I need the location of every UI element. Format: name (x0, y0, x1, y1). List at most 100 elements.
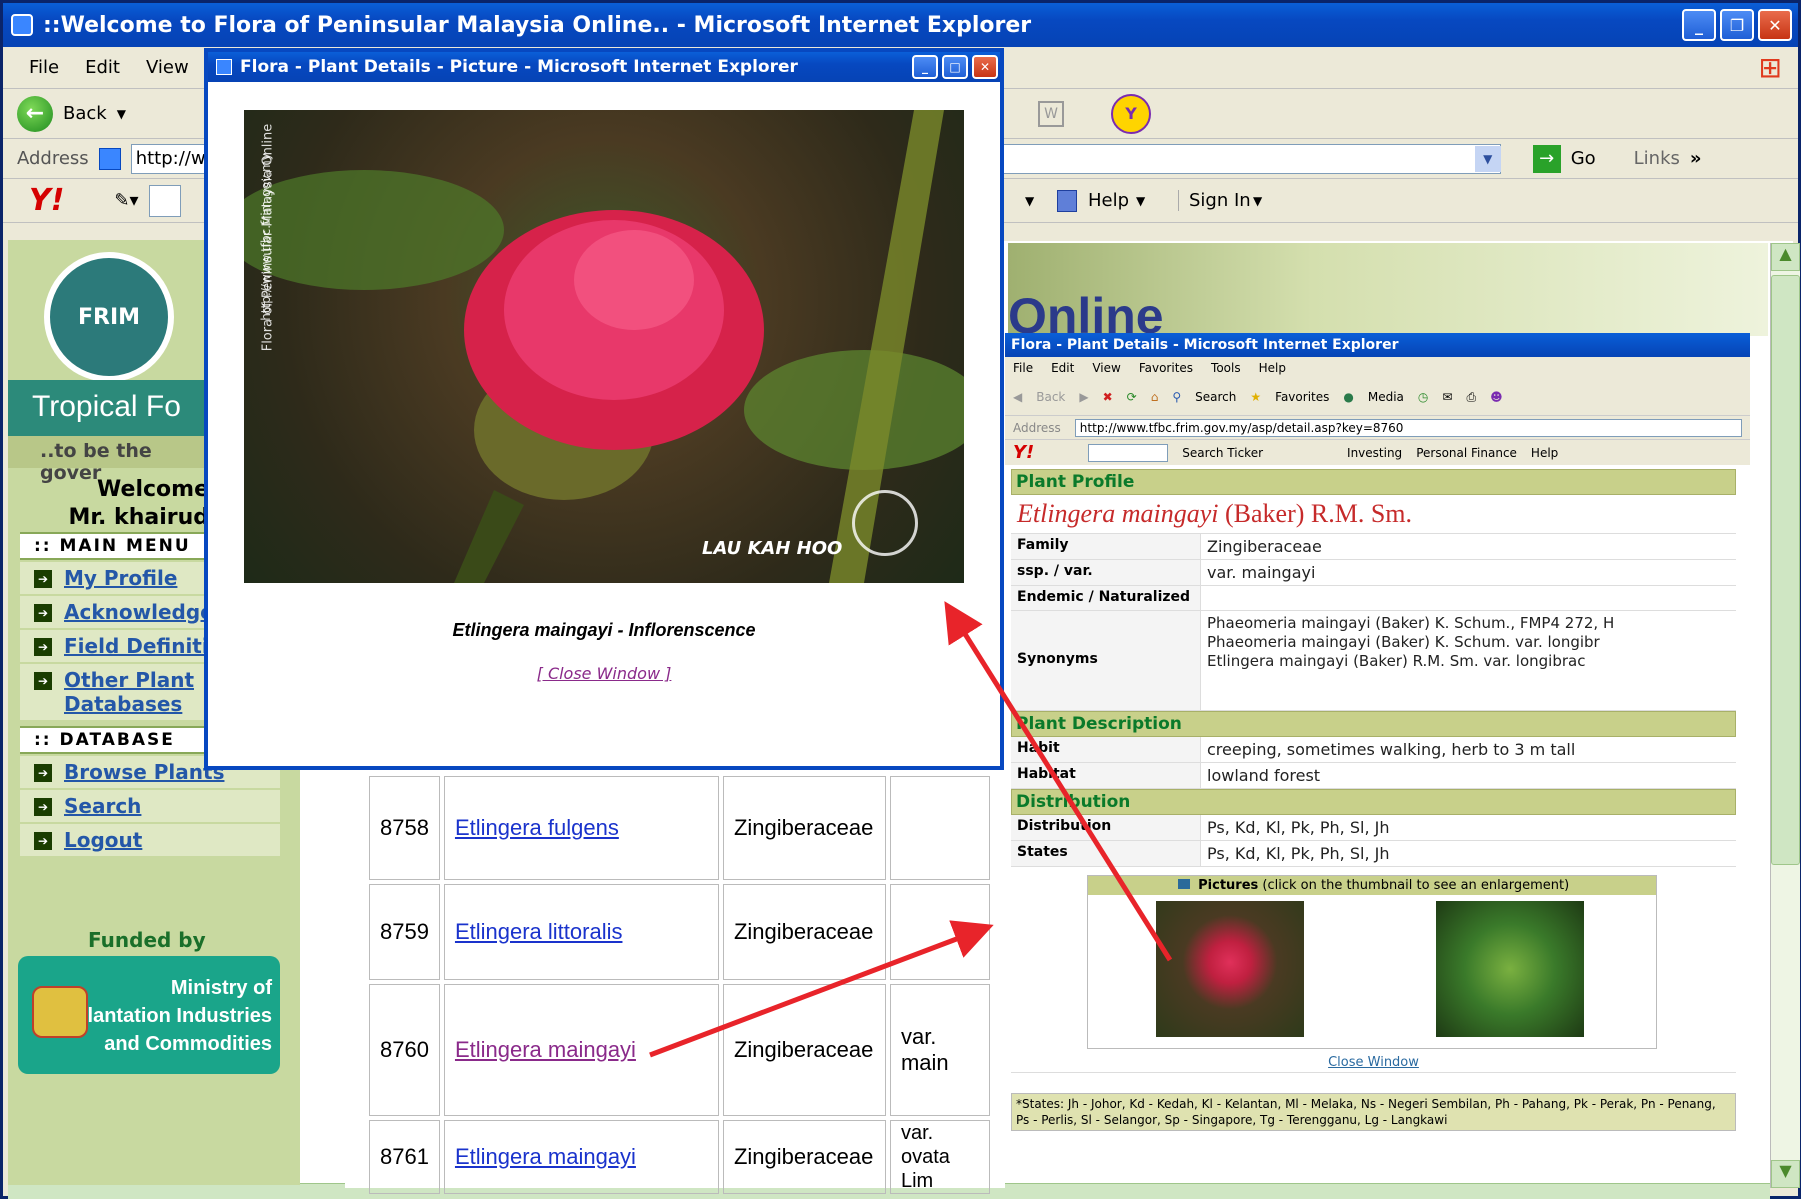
species-title: Etlingera maingayi (Baker) R.M. Sm. (1011, 495, 1736, 534)
site-title: Tropical Fo (8, 380, 208, 436)
menu-file[interactable]: File (29, 57, 59, 78)
scroll-down-icon[interactable]: ▼ (1771, 1160, 1800, 1188)
personal-finance-button[interactable]: Personal Finance (1416, 446, 1517, 460)
arrow-bullet-icon: ➔ (34, 672, 52, 690)
search-button[interactable]: Search (1195, 390, 1236, 404)
minimize-button[interactable]: _ (912, 55, 938, 79)
menu-link[interactable]: Search (64, 794, 141, 818)
menu-edit[interactable]: Edit (85, 57, 120, 78)
details-popup-window: Flora - Plant Details - Microsoft Intern… (1005, 333, 1750, 1178)
menu-link[interactable]: Other Plant Databases (64, 668, 204, 716)
help-book-icon[interactable] (1057, 189, 1077, 212)
back-arrow-icon[interactable]: ← (17, 95, 53, 132)
address-dropdown-icon[interactable]: ▼ (1474, 145, 1501, 172)
menu-file[interactable]: File (1013, 361, 1033, 375)
close-button[interactable]: ✕ (1758, 9, 1792, 41)
leaf-thumbnail[interactable] (1436, 901, 1584, 1037)
menu-view[interactable]: View (1092, 361, 1120, 375)
media-icon[interactable]: ● (1343, 390, 1353, 404)
plant-name-link[interactable]: Etlingera fulgens (455, 815, 619, 840)
search-icon[interactable]: ⚲ (1172, 390, 1181, 404)
go-arrow-icon[interactable]: → (1532, 144, 1561, 173)
refresh-icon[interactable]: ⟳ (1127, 390, 1137, 404)
favorites-star-icon[interactable]: ★ (1250, 390, 1261, 404)
synonyms-list: Phaeomeria maingayi (Baker) K. Schum., F… (1201, 611, 1736, 710)
menu-favorites[interactable]: Favorites (1139, 361, 1193, 375)
site-title-text: Tropical Fo (32, 390, 181, 423)
description-row: Habitat lowland forest (1011, 763, 1736, 789)
maximize-button[interactable]: □ (942, 55, 968, 79)
menu-tools[interactable]: Tools (1211, 361, 1241, 375)
details-menu-bar: File Edit View Favorites Tools Help (1005, 357, 1750, 379)
go-button[interactable]: Go (1571, 148, 1596, 169)
messenger-icon[interactable]: ☻ (1490, 390, 1503, 404)
chevron-down-icon[interactable]: ▼ (1025, 194, 1034, 208)
help-button[interactable]: Help (1531, 446, 1558, 460)
pencil-icon[interactable]: ✎▾ (114, 190, 138, 211)
field-label: Habit (1011, 737, 1201, 762)
picture-popup-title: Flora - Plant Details - Picture - Micros… (240, 57, 798, 77)
close-window-link[interactable]: [ Close Window ] (537, 664, 672, 683)
search-ticker-button[interactable]: Search Ticker (1182, 446, 1263, 460)
signin-button[interactable]: Sign In (1178, 190, 1251, 211)
messenger-icon[interactable]: Y (1111, 93, 1151, 134)
menu-link[interactable]: Logout (64, 828, 142, 852)
plant-id: 8760 (369, 984, 440, 1116)
frim-logo: FRIM (44, 252, 174, 382)
close-window-link[interactable]: Close Window (1328, 1055, 1419, 1070)
scrollbar-thumb[interactable] (1771, 275, 1800, 865)
chevron-down-icon[interactable]: ▼ (1136, 194, 1145, 208)
menu-item-logout[interactable]: ➔ Logout (20, 824, 280, 856)
forward-arrow-icon[interactable]: ▶ (1079, 390, 1088, 404)
chevron-down-icon[interactable]: ▼ (117, 107, 126, 121)
close-button[interactable]: ✕ (972, 55, 998, 79)
back-button-label[interactable]: Back (63, 103, 107, 124)
flower-photo[interactable]: Flora of Peninsular Malaysia Online http… (244, 110, 964, 583)
details-toolbar: ◀ Back ▶ ✖ ⟳ ⌂ ⚲ Search ★ Favorites ● Me… (1005, 379, 1750, 415)
history-icon[interactable]: ◷ (1418, 390, 1428, 404)
address-input[interactable]: http://www.tfbc.frim.gov.my/asp/detail.a… (1074, 418, 1742, 437)
chevron-down-icon[interactable]: ▼ (1253, 194, 1262, 208)
menu-item-search[interactable]: ➔ Search (20, 790, 280, 822)
links-button[interactable]: Links (1634, 148, 1680, 169)
welcome-line: Welcome (97, 477, 209, 502)
back-button[interactable]: Back (1036, 390, 1065, 404)
home-icon[interactable]: ⌂ (1151, 390, 1159, 404)
menu-help[interactable]: Help (1259, 361, 1286, 375)
pictures-label: Pictures (1198, 878, 1259, 893)
menu-edit[interactable]: Edit (1051, 361, 1074, 375)
pictures-panel: Pictures (click on the thumbnail to see … (1087, 875, 1657, 1049)
stop-icon[interactable]: ✖ (1103, 390, 1113, 404)
yahoo-logo-icon[interactable]: Y! (1013, 442, 1034, 463)
plant-variety (889, 776, 990, 880)
menu-link[interactable]: Browse Plants (64, 760, 224, 784)
main-title-bar[interactable]: ::Welcome to Flora of Peninsular Malaysi… (3, 3, 1798, 47)
yahoo-search-input[interactable] (1088, 443, 1169, 462)
menu-view[interactable]: View (146, 57, 189, 78)
investing-button[interactable]: Investing (1347, 446, 1402, 460)
menu-link[interactable]: My Profile (64, 566, 177, 590)
media-button[interactable]: Media (1368, 390, 1404, 404)
minimize-button[interactable]: _ (1682, 9, 1716, 41)
details-popup-title-bar[interactable]: Flora - Plant Details - Microsoft Intern… (1005, 333, 1750, 357)
print-icon[interactable]: ⎙ (1466, 390, 1476, 405)
yahoo-logo-icon[interactable]: Y! (29, 183, 64, 218)
yahoo-help-button[interactable]: Help (1088, 190, 1129, 211)
yahoo-search-input[interactable] (148, 184, 181, 217)
welcome-block: Welcome Mr. khairud (8, 476, 213, 532)
field-value: lowland forest (1207, 766, 1321, 785)
back-arrow-icon[interactable]: ◀ (1013, 390, 1022, 404)
table-row: 8759 Etlingera littoralis Zingiberaceae (369, 884, 990, 980)
scroll-up-icon[interactable]: ▲ (1771, 243, 1800, 271)
restore-button[interactable]: ❐ (1720, 9, 1754, 41)
plant-name-link-visited[interactable]: Etlingera maingayi (455, 1037, 636, 1062)
flower-thumbnail[interactable] (1156, 901, 1304, 1037)
picture-popup-title-bar[interactable]: Flora - Plant Details - Picture - Micros… (208, 52, 1000, 82)
vertical-scrollbar[interactable]: ▲ ▼ (1770, 243, 1800, 1188)
plant-name-link[interactable]: Etlingera littoralis (455, 919, 623, 944)
favorites-button[interactable]: Favorites (1275, 390, 1329, 404)
toolbar-w-icon[interactable]: W (1038, 100, 1064, 127)
plant-name-link[interactable]: Etlingera maingayi (455, 1144, 636, 1169)
mail-icon[interactable]: ✉ (1442, 390, 1452, 404)
chevron-right-icon[interactable]: » (1690, 148, 1702, 169)
